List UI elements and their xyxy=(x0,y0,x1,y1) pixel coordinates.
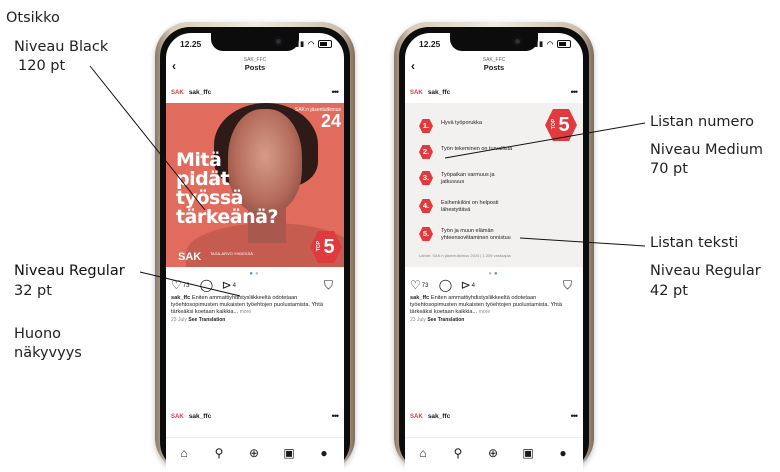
pointer-list-text xyxy=(519,237,646,247)
pointer-title xyxy=(89,65,206,211)
pointer-caption xyxy=(139,271,241,297)
pointer-list-number xyxy=(444,122,646,159)
camera-icon xyxy=(513,37,522,46)
camera-icon xyxy=(274,37,283,46)
annotation-pointers xyxy=(89,65,646,297)
